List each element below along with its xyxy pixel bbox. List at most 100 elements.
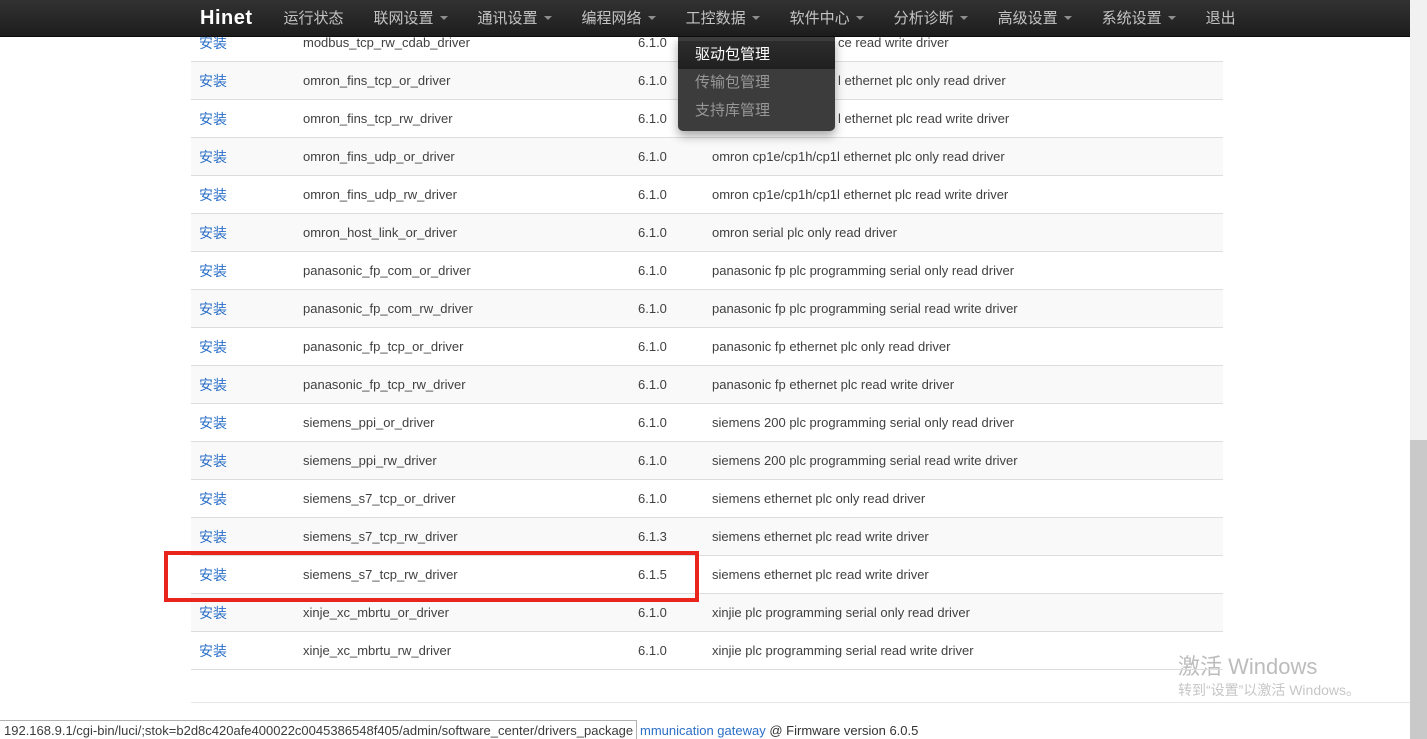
nav-item-industrial-data[interactable]: 工控数据 <box>671 0 775 37</box>
install-cell: 安装 <box>191 442 295 480</box>
table-row: 安装 omron_fins_udp_rw_driver6.1.0 omron cp1… <box>191 176 1223 214</box>
table-row: 安装omron_host_link_or_driver6.1.0omron se… <box>191 214 1223 252</box>
install-cell: 安装 <box>191 62 295 100</box>
driver-name-cell: siemens_s7_tcp_or_driver <box>295 480 630 518</box>
install-link[interactable]: 安装 <box>199 111 227 127</box>
description-text: xinjie plc programming serial read write… <box>712 643 974 658</box>
chevron-down-icon <box>752 16 760 20</box>
driver-name-cell: siemens_s7_tcp_rw_driver <box>295 556 630 594</box>
footer-text: mmunication gateway @ Firmware version 6… <box>640 723 918 738</box>
install-link[interactable]: 安装 <box>199 567 227 583</box>
table-row: 安装siemens_s7_tcp_rw_driver6.1.3siemens e… <box>191 518 1223 556</box>
driver-name-cell: omron_fins_udp_rw_driver <box>295 176 630 214</box>
description-text: l ethernet plc only read driver <box>838 73 1006 88</box>
version-cell: 6.1.0 <box>630 404 704 442</box>
chevron-down-icon <box>856 16 864 20</box>
install-link[interactable]: 安装 <box>199 453 227 469</box>
install-cell: 安装 <box>191 518 295 556</box>
dropdown-item-transfer-package-mgmt[interactable]: 传输包管理 <box>678 69 835 97</box>
description-text: siemens 200 plc programming serial read … <box>712 453 1018 468</box>
install-link[interactable]: 安装 <box>199 225 227 241</box>
watermark-subtitle: 转到“设置”以激活 Windows。 <box>1178 680 1360 700</box>
install-link[interactable]: 安装 <box>199 377 227 393</box>
install-link[interactable]: 安装 <box>199 643 227 659</box>
description-text: omron cp1e/cp1h/cp1l ethernet plc read w… <box>712 187 1008 202</box>
install-link[interactable]: 安装 <box>199 339 227 355</box>
nav-item-analysis-diagnosis[interactable]: 分析诊断 <box>879 0 983 37</box>
dropdown-item-support-library-mgmt[interactable]: 支持库管理 <box>678 97 835 125</box>
table-row: 安装 xinje_xc_mbrtu_or_driver6.1.0 xinjie pl… <box>191 594 1223 632</box>
scrollbar-thumb[interactable] <box>1410 440 1427 739</box>
description-cell: siemens ethernet plc only read driver <box>704 480 1223 518</box>
version-cell: 6.1.0 <box>630 290 704 328</box>
install-link[interactable]: 安装 <box>199 491 227 507</box>
footer-gateway-link[interactable]: mmunication gateway <box>640 723 766 738</box>
driver-name-cell: xinje_xc_mbrtu_or_driver <box>295 594 630 632</box>
driver-name-cell: omron_fins_tcp_or_driver <box>295 62 630 100</box>
chevron-down-icon <box>544 16 552 20</box>
table-row: 安装 xinje_xc_mbrtu_rw_driver6.1.0 xinjie pl… <box>191 632 1223 670</box>
install-cell: 安装 <box>191 252 295 290</box>
description-cell: omron cp1e/cp1h/cp1l ethernet plc only r… <box>704 138 1223 176</box>
version-cell: 6.1.0 <box>630 176 704 214</box>
nav-item-advanced-settings[interactable]: 高级设置 <box>983 0 1087 37</box>
chevron-down-icon <box>960 16 968 20</box>
description-text: siemens 200 plc programming serial only … <box>712 415 1014 430</box>
version-cell: 6.1.0 <box>630 594 704 632</box>
description-text: panasonic fp plc programming serial read… <box>712 301 1018 316</box>
table-row: 安装 siemens_ppi_or_driver6.1.0 siemens 200 … <box>191 404 1223 442</box>
dropdown-item-driver-package-mgmt[interactable]: 驱动包管理 <box>678 41 835 69</box>
table-row: 安装 siemens_s7_tcp_or_driver6.1.0siemens e… <box>191 480 1223 518</box>
nav-item-comm-settings[interactable]: 通讯设置 <box>463 0 567 37</box>
brand-logo[interactable]: Hinet <box>200 7 253 30</box>
chevron-down-icon <box>1064 16 1072 20</box>
driver-name-cell: siemens_ppi_rw_driver <box>295 442 630 480</box>
table-row: 安装 panasonic_fp_com_rw_driver6.1.0 panason… <box>191 290 1223 328</box>
version-cell: 6.1.0 <box>630 214 704 252</box>
table-row: 安装panasonic_fp_com_or_driver6.1.0panason… <box>191 252 1223 290</box>
description-cell: xinjie plc programming serial read write… <box>704 632 1223 670</box>
driver-name-cell: xinje_xc_mbrtu_rw_driver <box>295 632 630 670</box>
install-cell: 安装 <box>191 404 295 442</box>
driver-name-cell: omron_fins_tcp_rw_driver <box>295 100 630 138</box>
description-text: xinjie plc programming serial only read … <box>712 605 970 620</box>
install-link[interactable]: 安装 <box>199 149 227 165</box>
description-cell: omron cp1e/cp1h/cp1l ethernet plc read w… <box>704 176 1223 214</box>
install-link[interactable]: 安装 <box>199 529 227 545</box>
install-cell: 安装 <box>191 556 295 594</box>
install-link[interactable]: 安装 <box>199 415 227 431</box>
browser-status-url: 192.168.9.1/cgi-bin/luci/;stok=b2d8c420a… <box>0 720 637 739</box>
install-cell: 安装 <box>191 632 295 670</box>
driver-name-cell: siemens_ppi_or_driver <box>295 404 630 442</box>
description-text: siemens ethernet plc read write driver <box>712 529 929 544</box>
install-link[interactable]: 安装 <box>199 73 227 89</box>
table-row: 安装panasonic_fp_tcp_or_driver6.1.0panason… <box>191 328 1223 366</box>
description-text: siemens ethernet plc read write driver <box>712 567 929 582</box>
install-link[interactable]: 安装 <box>199 187 227 203</box>
table-row: 安装 siemens_ppi_rw_driver6.1.0 siemens 200 … <box>191 442 1223 480</box>
firmware-version-text: @ Firmware version 6.0.5 <box>766 723 919 738</box>
description-text: panasonic fp ethernet plc only read driv… <box>712 339 950 354</box>
install-link[interactable]: 安装 <box>199 263 227 279</box>
nav-item-system-settings[interactable]: 系统设置 <box>1087 0 1191 37</box>
driver-name-cell: panasonic_fp_com_rw_driver <box>295 290 630 328</box>
install-cell: 安装 <box>191 366 295 404</box>
nav-item-network-settings[interactable]: 联网设置 <box>359 0 463 37</box>
version-cell: 6.1.0 <box>630 480 704 518</box>
nav-item-running-status[interactable]: 运行状态 <box>269 0 359 37</box>
chevron-down-icon <box>648 16 656 20</box>
nav-item-programming-network[interactable]: 编程网络 <box>567 0 671 37</box>
description-text: panasonic fp plc programming serial only… <box>712 263 1014 278</box>
install-link[interactable]: 安装 <box>199 301 227 317</box>
description-text: panasonic fp ethernet plc read write dri… <box>712 377 954 392</box>
version-cell: 6.1.0 <box>630 632 704 670</box>
version-cell: 6.1.0 <box>630 252 704 290</box>
description-cell: xinjie plc programming serial only read … <box>704 594 1223 632</box>
version-cell: 6.1.0 <box>630 442 704 480</box>
scrollbar-track[interactable] <box>1410 0 1427 739</box>
nav-item-logout[interactable]: 退出 <box>1191 0 1251 37</box>
install-link[interactable]: 安装 <box>199 605 227 621</box>
description-text: ce read write driver <box>838 35 949 50</box>
nav-item-software-center[interactable]: 软件中心 <box>775 0 879 37</box>
version-cell: 6.1.5 <box>630 556 704 594</box>
